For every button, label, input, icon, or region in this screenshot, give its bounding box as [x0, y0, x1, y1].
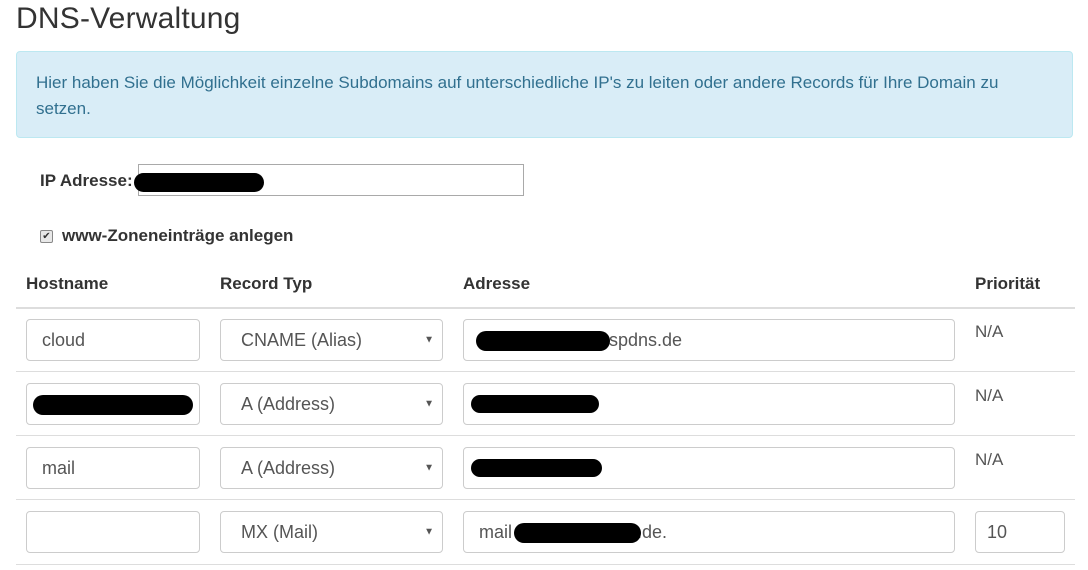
record-type-select[interactable]: A (Address) ▼ [220, 447, 443, 489]
priority-value: N/A [975, 450, 1004, 469]
table-header-divider [16, 307, 1075, 309]
row-divider [16, 564, 1075, 565]
redaction-bar [471, 395, 599, 413]
page-title: DNS-Verwaltung [16, 2, 241, 35]
header-address: Adresse [463, 274, 531, 293]
dropdown-arrow-icon: ▼ [424, 462, 434, 474]
www-zone-label: www-Zoneneinträge anlegen [62, 226, 294, 245]
priority-input[interactable]: 10 [975, 511, 1065, 553]
redaction-bar [471, 459, 602, 477]
hostname-input[interactable]: cloud [26, 319, 200, 361]
hostname-value: mail [42, 457, 76, 478]
redaction-bar [514, 523, 641, 543]
priority-value: N/A [975, 322, 1004, 341]
www-zone-option[interactable]: ✔ www-Zoneneinträge anlegen [40, 226, 293, 246]
dropdown-arrow-icon: ▼ [424, 334, 434, 346]
redaction-bar [33, 395, 193, 415]
row-divider [16, 371, 1075, 372]
priority-value: N/A [975, 386, 1004, 405]
header-record-type: Record Typ [220, 274, 313, 293]
record-type-select[interactable]: MX (Mail) ▼ [220, 511, 443, 553]
hostname-input[interactable] [26, 511, 200, 553]
hostname-input[interactable]: mail [26, 447, 200, 489]
record-type-select[interactable]: CNAME (Alias) ▼ [220, 319, 443, 361]
record-type-select[interactable]: A (Address) ▼ [220, 383, 443, 425]
redaction-bar [476, 331, 610, 351]
record-type-value: A (Address) [241, 393, 336, 414]
dropdown-arrow-icon: ▼ [424, 398, 434, 410]
row-divider [16, 499, 1075, 500]
www-zone-checkbox[interactable]: ✔ [40, 229, 53, 243]
hostname-value: cloud [42, 329, 86, 350]
record-type-value: CNAME (Alias) [241, 329, 363, 350]
info-alert: Hier haben Sie die Möglichkeit einzelne … [16, 51, 1073, 138]
header-hostname: Hostname [26, 274, 109, 293]
header-priority: Priorität [975, 274, 1041, 293]
record-type-value: A (Address) [241, 457, 336, 478]
record-type-value: MX (Mail) [241, 521, 318, 542]
address-value: spdns.de [609, 329, 683, 350]
ip-address-label: IP Adresse: [40, 171, 133, 190]
redaction-bar [134, 173, 264, 192]
row-divider [16, 435, 1075, 436]
dropdown-arrow-icon: ▼ [424, 526, 434, 538]
priority-value: 10 [987, 521, 1008, 542]
